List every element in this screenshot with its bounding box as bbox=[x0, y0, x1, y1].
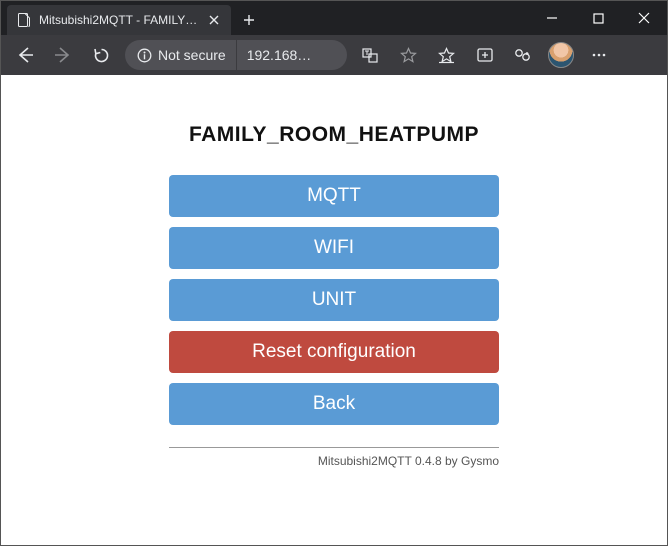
window-controls bbox=[529, 1, 667, 35]
page-footer: Mitsubishi2MQTT 0.4.8 by Gysmo bbox=[169, 454, 499, 468]
tab-title: Mitsubishi2MQTT - FAMILY_ROOM_HEATPUMP bbox=[39, 13, 199, 27]
window-minimize-button[interactable] bbox=[529, 1, 575, 35]
page-title: FAMILY_ROOM_HEATPUMP bbox=[169, 123, 499, 147]
browser-tab[interactable]: Mitsubishi2MQTT - FAMILY_ROOM_HEATPUMP bbox=[7, 5, 231, 35]
security-label: Not secure bbox=[158, 47, 226, 63]
nav-refresh-button[interactable] bbox=[83, 39, 119, 71]
security-indicator[interactable]: Not secure bbox=[125, 40, 237, 70]
translate-button[interactable] bbox=[353, 39, 389, 71]
back-button[interactable]: Back bbox=[169, 383, 499, 425]
mqtt-button[interactable]: MQTT bbox=[169, 175, 499, 217]
nav-forward-button[interactable] bbox=[45, 39, 81, 71]
favorite-add-button[interactable] bbox=[391, 39, 427, 71]
avatar bbox=[548, 42, 574, 68]
share-button[interactable] bbox=[505, 39, 541, 71]
favorites-button[interactable] bbox=[429, 39, 465, 71]
collections-button[interactable] bbox=[467, 39, 503, 71]
url-display[interactable]: 192.168… bbox=[237, 40, 347, 70]
page-viewport: FAMILY_ROOM_HEATPUMP MQTT WIFI UNIT Rese… bbox=[1, 75, 667, 545]
unit-button[interactable]: UNIT bbox=[169, 279, 499, 321]
info-icon bbox=[137, 48, 152, 63]
menu-button[interactable] bbox=[581, 39, 617, 71]
reset-configuration-button[interactable]: Reset configuration bbox=[169, 331, 499, 373]
new-tab-button[interactable] bbox=[235, 6, 263, 34]
titlebar: Mitsubishi2MQTT - FAMILY_ROOM_HEATPUMP bbox=[1, 1, 667, 35]
divider bbox=[169, 447, 499, 448]
browser-window: Mitsubishi2MQTT - FAMILY_ROOM_HEATPUMP bbox=[0, 0, 668, 546]
window-maximize-button[interactable] bbox=[575, 1, 621, 35]
profile-button[interactable] bbox=[543, 39, 579, 71]
page-icon bbox=[17, 13, 31, 27]
wifi-button[interactable]: WIFI bbox=[169, 227, 499, 269]
nav-back-button[interactable] bbox=[7, 39, 43, 71]
tab-close-icon[interactable] bbox=[207, 13, 221, 27]
address-bar[interactable]: Not secure 192.168… bbox=[125, 40, 347, 70]
config-menu: FAMILY_ROOM_HEATPUMP MQTT WIFI UNIT Rese… bbox=[169, 123, 499, 545]
browser-toolbar: Not secure 192.168… bbox=[1, 35, 667, 75]
window-close-button[interactable] bbox=[621, 1, 667, 35]
